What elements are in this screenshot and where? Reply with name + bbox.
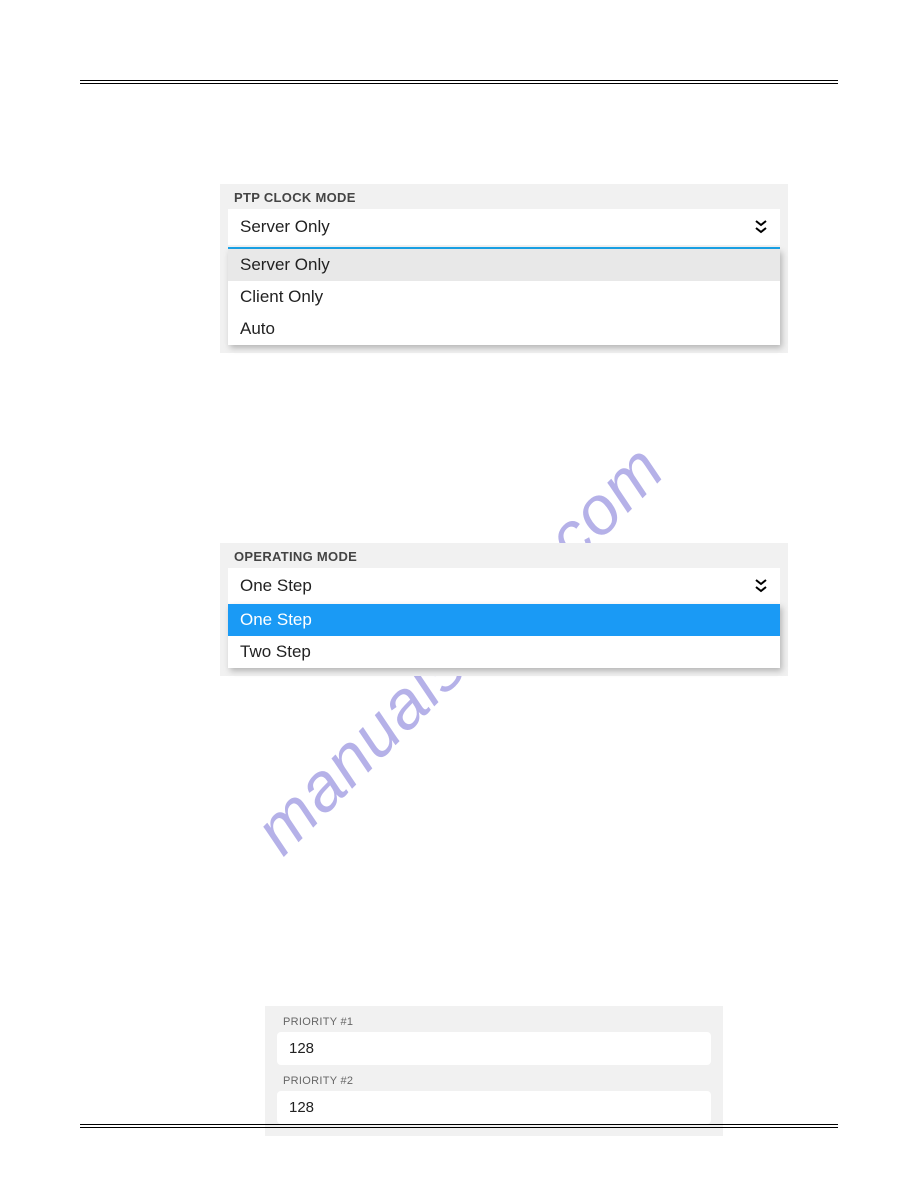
page-content: PTP CLOCK MODE Server Only Server Only C… (80, 84, 838, 1136)
priority-block: PRIORITY #1 128 PRIORITY #2 128 (265, 1006, 723, 1136)
operating-mode-selected: One Step (240, 576, 312, 596)
op-option-two-step[interactable]: Two Step (228, 636, 780, 668)
priority1-input[interactable]: 128 (277, 1032, 711, 1065)
ptp-option-auto[interactable]: Auto (228, 313, 780, 345)
spacer (80, 676, 838, 1006)
ptp-clock-mode-select[interactable]: Server Only (228, 209, 780, 245)
operating-mode-select[interactable]: One Step (228, 568, 780, 604)
operating-mode-dropdown: One Step Two Step (228, 604, 780, 668)
bottom-rule (80, 1124, 838, 1128)
chevron-down-icon (754, 220, 768, 234)
ptp-clock-mode-label: PTP CLOCK MODE (228, 190, 780, 205)
chevron-down-icon (754, 579, 768, 593)
priority1-label: PRIORITY #1 (277, 1016, 711, 1028)
priority2-input[interactable]: 128 (277, 1091, 711, 1124)
ptp-option-server-only[interactable]: Server Only (228, 249, 780, 281)
ptp-clock-mode-block: PTP CLOCK MODE Server Only Server Only C… (220, 184, 788, 353)
bottom-rule-wrap (80, 1124, 838, 1128)
ptp-clock-mode-dropdown: Server Only Client Only Auto (228, 249, 780, 345)
ptp-option-client-only[interactable]: Client Only (228, 281, 780, 313)
operating-mode-block: OPERATING MODE One Step One Step Two Ste… (220, 543, 788, 676)
priority2-label: PRIORITY #2 (277, 1075, 711, 1087)
ptp-clock-mode-selected: Server Only (240, 217, 330, 237)
op-option-one-step[interactable]: One Step (228, 604, 780, 636)
spacer (80, 353, 838, 543)
operating-mode-label: OPERATING MODE (228, 549, 780, 564)
